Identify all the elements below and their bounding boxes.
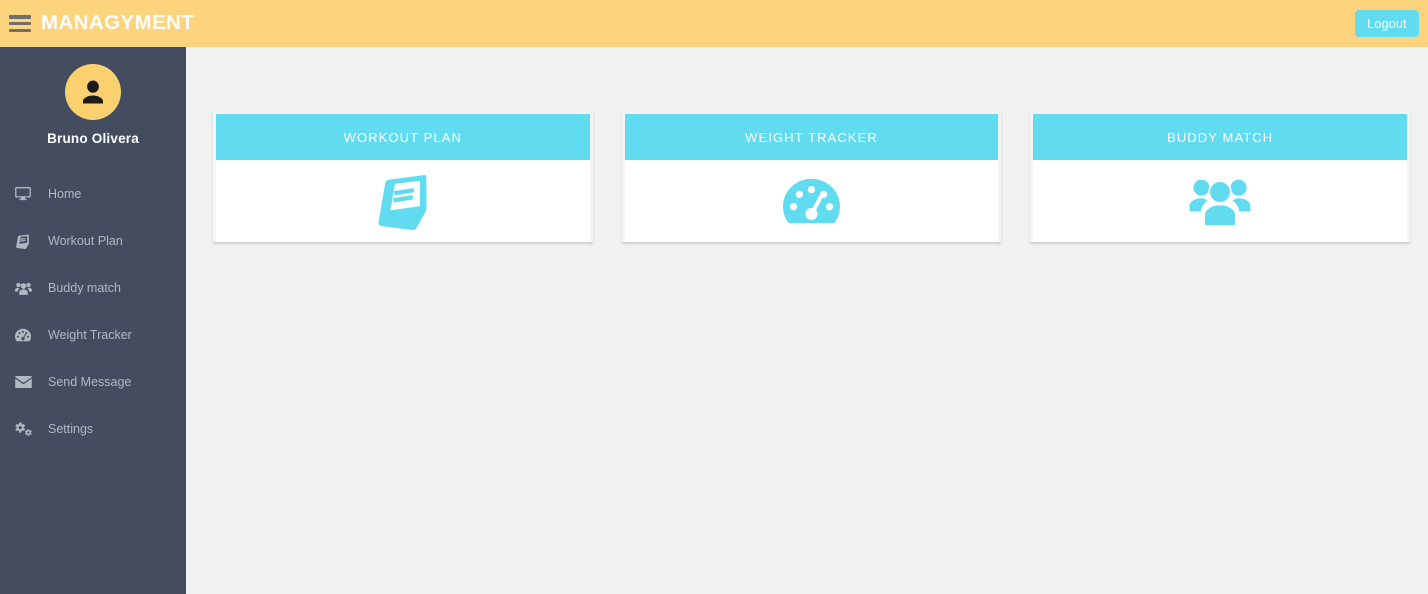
sidebar: Bruno Olivera Home Workout Plan Buddy ma… — [0, 47, 186, 594]
main-content: WORKOUT PLAN WEIGHT TRACKER BUDDY MATCH — [186, 47, 1428, 594]
users-icon — [1189, 175, 1251, 227]
sidebar-item-label: Settings — [48, 421, 94, 436]
sidebar-item-buddy-match[interactable]: Buddy match — [0, 272, 186, 304]
sidebar-item-weight-tracker[interactable]: Weight Tracker — [0, 319, 186, 351]
sidebar-item-label: Workout Plan — [48, 233, 123, 248]
sidebar-item-settings[interactable]: Settings — [0, 413, 186, 445]
envelope-icon — [15, 376, 34, 388]
card-body — [624, 160, 999, 242]
card-title: BUDDY MATCH — [1167, 129, 1274, 145]
hamburger-bar — [9, 21, 31, 26]
users-icon — [15, 282, 34, 295]
tachometer-icon — [15, 328, 34, 342]
cogs-icon — [15, 421, 34, 437]
desktop-icon — [15, 187, 34, 201]
sidebar-item-label: Buddy match — [48, 280, 121, 295]
hamburger-icon[interactable] — [9, 15, 31, 32]
card-weight-tracker[interactable]: WEIGHT TRACKER — [621, 111, 1002, 242]
card-header: BUDDY MATCH — [1033, 114, 1408, 160]
card-body — [216, 160, 590, 242]
hamburger-bar — [9, 28, 31, 32]
app-title: MANAGYMENT — [41, 11, 195, 35]
sidebar-nav: Home Workout Plan Buddy match Weight Tra… — [0, 178, 186, 445]
card-buddy-match[interactable]: BUDDY MATCH — [1030, 111, 1411, 242]
avatar-container — [0, 64, 186, 120]
sidebar-item-home[interactable]: Home — [0, 178, 186, 210]
dashboard-cards-row: WORKOUT PLAN WEIGHT TRACKER BUDDY MATCH — [186, 47, 1428, 242]
user-name: Bruno Olivera — [47, 131, 139, 146]
sidebar-item-workout-plan[interactable]: Workout Plan — [0, 225, 186, 257]
card-header: WEIGHT TRACKER — [624, 114, 999, 160]
avatar[interactable] — [65, 64, 121, 120]
top-header-bar: MANAGYMENT Logout — [0, 0, 1428, 47]
sidebar-item-label: Weight Tracker — [48, 327, 132, 342]
sidebar-item-label: Send Message — [48, 374, 132, 389]
book-icon — [374, 173, 431, 230]
hamburger-bar — [9, 15, 31, 19]
card-title: WEIGHT TRACKER — [745, 129, 878, 145]
tachometer-icon — [783, 177, 840, 225]
card-workout-plan[interactable]: WORKOUT PLAN — [213, 111, 593, 242]
user-silhouette-icon — [78, 77, 108, 107]
sidebar-item-label: Home — [48, 186, 82, 201]
card-body — [1033, 160, 1408, 242]
logout-button[interactable]: Logout — [1355, 10, 1419, 37]
sidebar-item-send-message[interactable]: Send Message — [0, 366, 186, 398]
card-title: WORKOUT PLAN — [343, 129, 463, 145]
book-icon — [15, 234, 34, 249]
card-header: WORKOUT PLAN — [216, 114, 590, 160]
